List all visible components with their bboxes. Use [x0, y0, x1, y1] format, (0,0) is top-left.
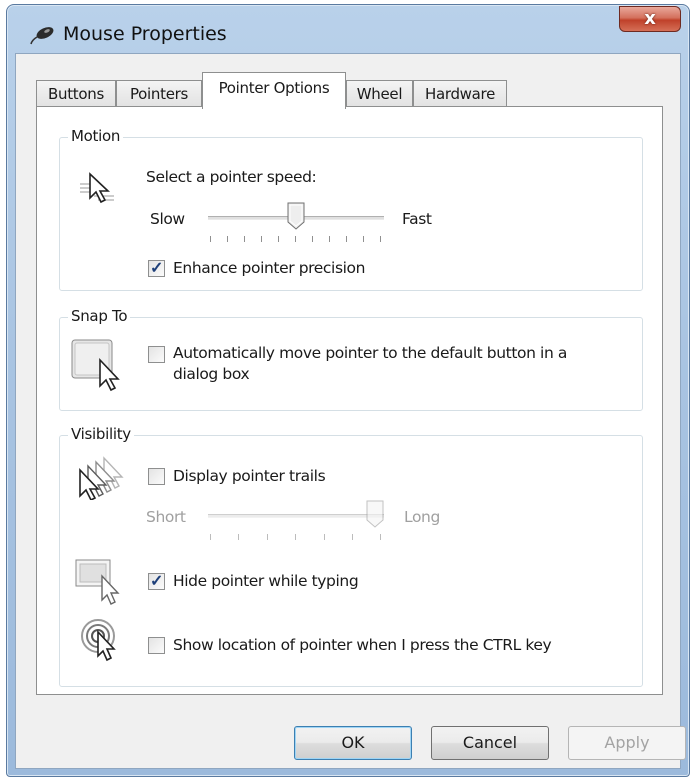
pointer-trails-slider-thumb[interactable] — [366, 500, 384, 528]
hide-pointer-label[interactable]: Hide pointer while typing — [173, 572, 359, 590]
mouse-app-icon — [30, 27, 54, 45]
window-title: Mouse Properties — [63, 23, 227, 45]
slow-label: Slow — [150, 210, 185, 228]
show-location-label[interactable]: Show location of pointer when I press th… — [173, 636, 552, 654]
enhance-precision-label[interactable]: Enhance pointer precision — [173, 259, 365, 277]
motion-group-title: Motion — [68, 127, 124, 145]
check-icon: ✓ — [150, 573, 164, 590]
mouse-properties-window: Mouse Properties x Buttons Pointers Poin… — [6, 4, 690, 777]
pointer-options-panel: Motion Select a pointer speed: Slow Fast — [36, 106, 663, 695]
pointer-trails-checkbox[interactable] — [148, 468, 165, 485]
enhance-precision-checkbox[interactable]: ✓ — [148, 260, 165, 277]
snap-to-group: Snap To Automatically move pointer to th… — [59, 307, 643, 411]
hide-pointer-checkbox[interactable]: ✓ — [148, 573, 165, 590]
apply-button[interactable]: Apply — [568, 726, 686, 760]
show-location-checkbox[interactable] — [148, 637, 165, 654]
close-icon: x — [644, 8, 656, 29]
short-label: Short — [146, 508, 186, 526]
motion-group: Motion Select a pointer speed: Slow Fast — [59, 127, 643, 291]
tab-hardware[interactable]: Hardware — [413, 80, 507, 108]
pointer-speed-slider-thumb[interactable] — [287, 202, 305, 230]
pointer-speed-icon — [80, 172, 114, 204]
visibility-group-title: Visibility — [68, 425, 134, 443]
snap-to-group-title: Snap To — [68, 307, 131, 325]
hide-pointer-icon — [75, 559, 120, 605]
close-button[interactable]: x — [619, 6, 681, 32]
long-label: Long — [404, 508, 440, 526]
pointer-trails-icon — [79, 456, 124, 500]
snap-to-label-line1[interactable]: Automatically move pointer to the defaul… — [173, 344, 567, 362]
visibility-group: Visibility Display pointer trails Short … — [59, 425, 643, 687]
speed-ticks — [210, 236, 382, 244]
ok-button[interactable]: OK — [294, 726, 412, 760]
check-icon: ✓ — [150, 260, 164, 277]
snap-to-button-icon — [71, 339, 120, 392]
tab-pointers[interactable]: Pointers — [116, 80, 202, 108]
pointer-trails-slider[interactable] — [208, 514, 384, 518]
pointer-speed-label: Select a pointer speed: — [146, 168, 317, 186]
snap-to-label-line2[interactable]: dialog box — [173, 365, 250, 383]
tab-wheel[interactable]: Wheel — [346, 80, 413, 108]
dialog-body: Buttons Pointers Pointer Options Wheel H… — [15, 53, 686, 769]
tab-pointer-options[interactable]: Pointer Options — [202, 72, 346, 109]
pointer-trails-label[interactable]: Display pointer trails — [173, 467, 326, 485]
snap-to-checkbox[interactable] — [148, 346, 165, 363]
trails-ticks — [210, 534, 382, 542]
cancel-button[interactable]: Cancel — [431, 726, 549, 760]
tab-buttons[interactable]: Buttons — [36, 80, 116, 108]
fast-label: Fast — [402, 210, 432, 228]
pointer-location-icon — [81, 619, 116, 662]
